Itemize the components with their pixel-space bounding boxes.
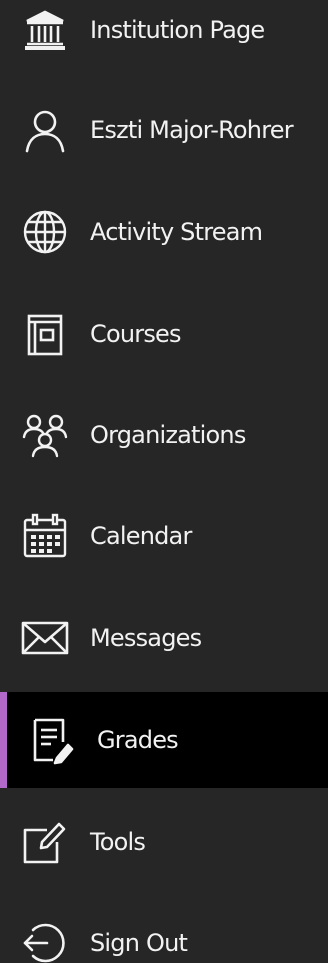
user-icon	[21, 106, 69, 154]
calendar-icon	[21, 512, 69, 560]
nav-item-label: Tools	[90, 828, 146, 856]
grades-icon	[27, 716, 75, 765]
organizations-icon	[21, 411, 69, 459]
nav-item-institution-page[interactable]: Institution Page	[0, 0, 328, 78]
nav-item-grades[interactable]: Grades	[0, 692, 328, 788]
institution-icon	[21, 6, 69, 54]
envelope-icon	[21, 614, 69, 662]
globe-icon	[21, 208, 69, 256]
main-navigation: Institution Page Eszti Major-Rohrer Acti…	[0, 0, 328, 963]
nav-item-activity-stream[interactable]: Activity Stream	[0, 184, 328, 280]
nav-item-label: Activity Stream	[90, 218, 263, 246]
sign-out-icon	[21, 919, 69, 963]
nav-item-messages[interactable]: Messages	[0, 590, 328, 686]
nav-item-label: Calendar	[90, 522, 192, 550]
nav-item-sign-out[interactable]: Sign Out	[0, 895, 328, 963]
courses-icon	[21, 310, 69, 358]
nav-item-label: Sign Out	[90, 929, 188, 957]
nav-item-courses[interactable]: Courses	[0, 286, 328, 382]
nav-item-label: Courses	[90, 320, 182, 348]
nav-item-label: Institution Page	[90, 16, 265, 44]
nav-item-label: Eszti Major-Rohrer	[90, 116, 294, 144]
nav-item-calendar[interactable]: Calendar	[0, 488, 328, 584]
nav-item-tools[interactable]: Tools	[0, 794, 328, 890]
tools-icon	[21, 818, 69, 866]
nav-item-organizations[interactable]: Organizations	[0, 387, 328, 483]
nav-item-profile[interactable]: Eszti Major-Rohrer	[0, 82, 328, 178]
nav-item-label: Organizations	[90, 421, 246, 449]
nav-item-label: Grades	[97, 726, 179, 754]
active-indicator	[0, 692, 7, 788]
nav-item-label: Messages	[90, 624, 202, 652]
